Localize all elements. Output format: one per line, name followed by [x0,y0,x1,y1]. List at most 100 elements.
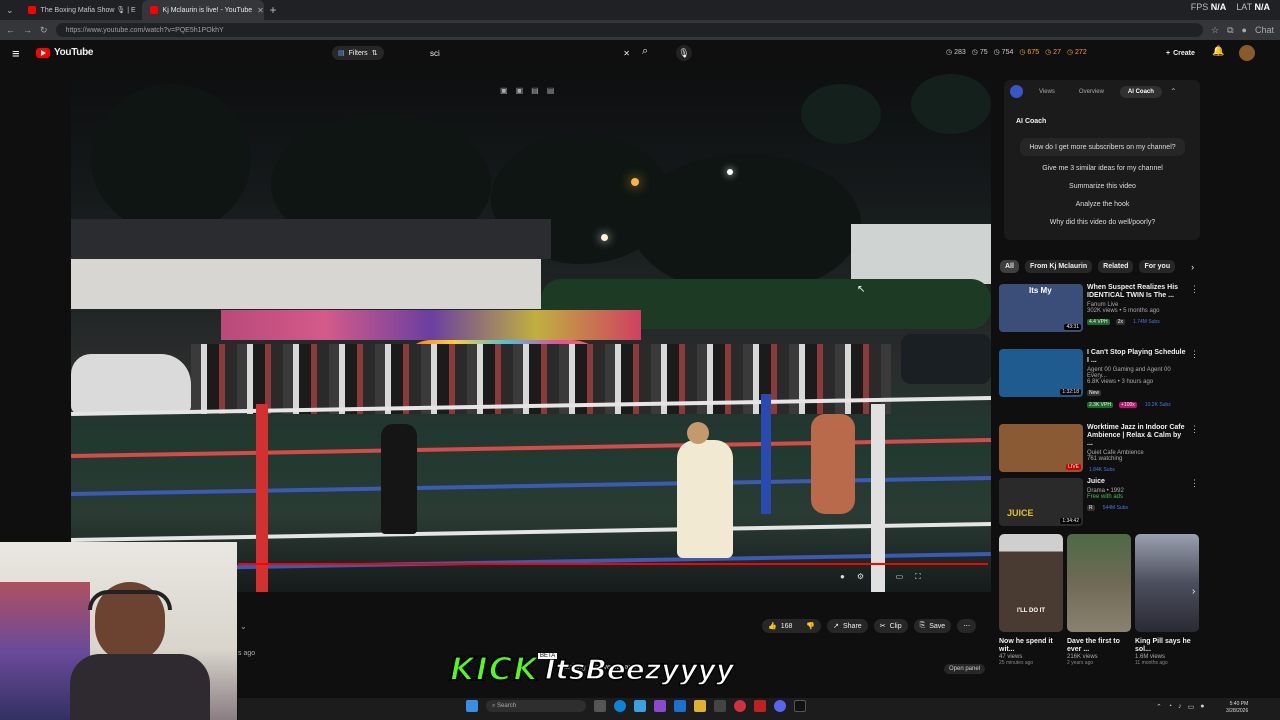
screenshot-icon[interactable]: ▣ [500,86,508,95]
network-icon[interactable]: ◔ [1168,703,1172,711]
discord-icon[interactable] [774,700,786,712]
task-view-icon[interactable] [594,700,606,712]
tiktok-icon[interactable] [794,700,806,712]
tab-ai-coach[interactable]: AI Coach [1119,85,1162,98]
short-item[interactable]: I'LL DO IT Now he spend it wit... 47 vie… [999,534,1063,666]
app-icon[interactable] [734,700,746,712]
chip-for-you[interactable]: For you [1139,260,1176,273]
chevron-right-icon[interactable]: › [1191,262,1194,272]
short-thumbnail[interactable] [1135,534,1199,632]
profile-avatar-icon[interactable]: ● [1242,25,1247,35]
app-icon[interactable] [654,700,666,712]
video-thumbnail[interactable]: Its My 43:31 [999,284,1083,332]
live-dot-icon[interactable]: ● [840,572,845,582]
more-options-icon[interactable]: ⋮ [1190,349,1199,360]
app-icon[interactable] [754,700,766,712]
open-panel-button[interactable]: Open panel [944,664,986,674]
video-title[interactable]: I Can't Stop Playing Schedule I ... [1087,349,1187,365]
ai-question-button[interactable]: Give me 3 similar ideas for my channel [1020,161,1185,175]
chip-all[interactable]: All [1000,260,1019,273]
search-icon[interactable]: ⌕ [642,45,648,58]
file-explorer-icon[interactable] [694,700,706,712]
notifications-bell-icon[interactable]: 🔔 [1212,46,1224,57]
app-icon[interactable] [714,700,726,712]
filters-button[interactable]: ▤ Filters ⇅ [332,46,384,60]
browser-tab-boxing-mafia[interactable]: The Boxing Mafia Show 🎙 | E ✕ [20,0,142,20]
thumbs-down-icon[interactable]: 👎 [806,622,815,630]
short-item[interactable]: King Pill says he sol... 1.6M views 11 m… [1135,534,1199,666]
video-title[interactable]: Worktime Jazz in Indoor Cafe Ambience | … [1087,424,1187,448]
settings-gear-icon[interactable]: ⚙ [857,572,864,582]
windows-start-icon[interactable] [466,700,478,712]
translate-icon[interactable]: ▤ [547,86,555,95]
video-progress-bar[interactable] [238,563,988,565]
forward-icon[interactable]: → [23,25,32,35]
more-options-icon[interactable]: ⋮ [1190,284,1199,295]
clear-search-icon[interactable]: ✕ [623,49,630,58]
microphone-icon[interactable]: 🎙 [676,45,692,61]
volume-icon[interactable]: ♪ [1178,703,1182,711]
youtube-logo[interactable]: YouTube [36,47,94,58]
extensions-icon[interactable]: ⧉ [1227,25,1233,36]
more-options-icon[interactable]: ⋮ [1190,478,1199,489]
save-button[interactable]: ⎘ Save [913,619,952,633]
fullscreen-icon[interactable]: ⛶ [915,572,921,582]
recommendation-item[interactable]: 1:32:18 I Can't Stop Playing Schedule I … [999,349,1199,408]
chip-related[interactable]: Related [1098,260,1134,273]
hamburger-menu-icon[interactable]: ≡ [12,46,20,61]
chat-button[interactable]: Chat [1255,25,1274,35]
new-tab-button[interactable]: + [264,3,283,17]
short-title[interactable]: Now he spend it wit... [999,638,1063,654]
more-actions-button[interactable]: ⋯ [957,619,977,633]
video-title[interactable]: When Suspect Realizes His IDENTICAL TWIN… [1087,284,1187,300]
ai-question-button[interactable]: How do I get more subscribers on my chan… [1020,138,1185,156]
like-button[interactable]: 👍 168 👎 [762,619,822,633]
video-thumbnail[interactable]: 1:32:18 [999,349,1083,397]
recommendation-item[interactable]: JUICE 1:34:42 Juice Drama • 1992 Free wi… [999,478,1199,528]
chevron-down-icon[interactable]: ⌄ [240,622,247,631]
recommendation-item[interactable]: Its My 43:31 When Suspect Realizes His I… [999,284,1199,334]
chevron-up-icon[interactable]: ⌃ [1170,87,1177,96]
ai-question-button[interactable]: Analyze the hook [1020,197,1185,211]
chip-from-channel[interactable]: From Kj Mclaurin [1024,260,1093,273]
theater-mode-icon[interactable]: ▭ [896,572,904,582]
video-player[interactable] [71,74,991,592]
notes-icon[interactable]: ▤ [531,86,539,95]
search-input[interactable]: sci ✕ [424,45,636,61]
video-title[interactable]: Juice [1087,478,1187,486]
account-avatar[interactable] [1239,45,1255,61]
loop-icon[interactable]: ▣ [516,86,524,95]
short-thumbnail[interactable]: I'LL DO IT [999,534,1063,632]
app-icon[interactable] [634,700,646,712]
chevron-up-icon[interactable]: ⌃ [1156,703,1162,711]
short-title[interactable]: King Pill says he sol... [1135,638,1199,654]
video-thumbnail[interactable]: JUICE 1:34:42 [999,478,1083,526]
channel-name[interactable]: Agent 00 Gaming and Agent 00 Every... [1087,367,1187,379]
more-options-icon[interactable]: ⋮ [1190,424,1199,435]
bookmark-star-icon[interactable]: ☆ [1211,25,1219,36]
store-icon[interactable] [674,700,686,712]
share-button[interactable]: ↗ Share [827,619,868,633]
create-button[interactable]: + Create [1160,46,1201,60]
tab-views[interactable]: Views [1031,86,1063,98]
video-thumbnail[interactable]: LIVE [999,424,1083,472]
miniplayer-icon[interactable]: ▭ [876,572,884,582]
reload-icon[interactable]: ↻ [40,25,48,36]
recommendation-item[interactable]: LIVE Worktime Jazz in Indoor Cafe Ambien… [999,424,1199,474]
short-thumbnail[interactable] [1067,534,1131,632]
back-icon[interactable]: ← [6,25,15,35]
edge-browser-icon[interactable] [614,700,626,712]
ai-question-button[interactable]: Summarize this video [1020,179,1185,193]
browser-tab-kj-mclaurin[interactable]: Kj Mclaurin is live! - YouTube ✕ [141,0,264,20]
clip-button[interactable]: ✂ Clip [873,619,908,633]
ai-question-button[interactable]: Why did this video do well/poorly? [1020,215,1185,229]
taskbar-search[interactable]: ⌕ Search [486,700,586,712]
tab-overview[interactable]: Overview [1071,86,1112,98]
tab-list-chevron-icon[interactable]: ⌄ [0,5,20,16]
shorts-next-icon[interactable]: › [1192,586,1195,597]
short-title[interactable]: Dave the first to ever ... [1067,638,1131,654]
short-item[interactable]: Dave the first to ever ... 216K views 2 … [1067,534,1131,666]
taskbar-clock[interactable]: 5:40 PM 3/28/2026 [1226,701,1248,715]
url-field[interactable]: https://www.youtube.com/watch?v=PQE5h1PO… [55,23,1204,37]
battery-icon[interactable]: ▭ [1188,703,1195,711]
